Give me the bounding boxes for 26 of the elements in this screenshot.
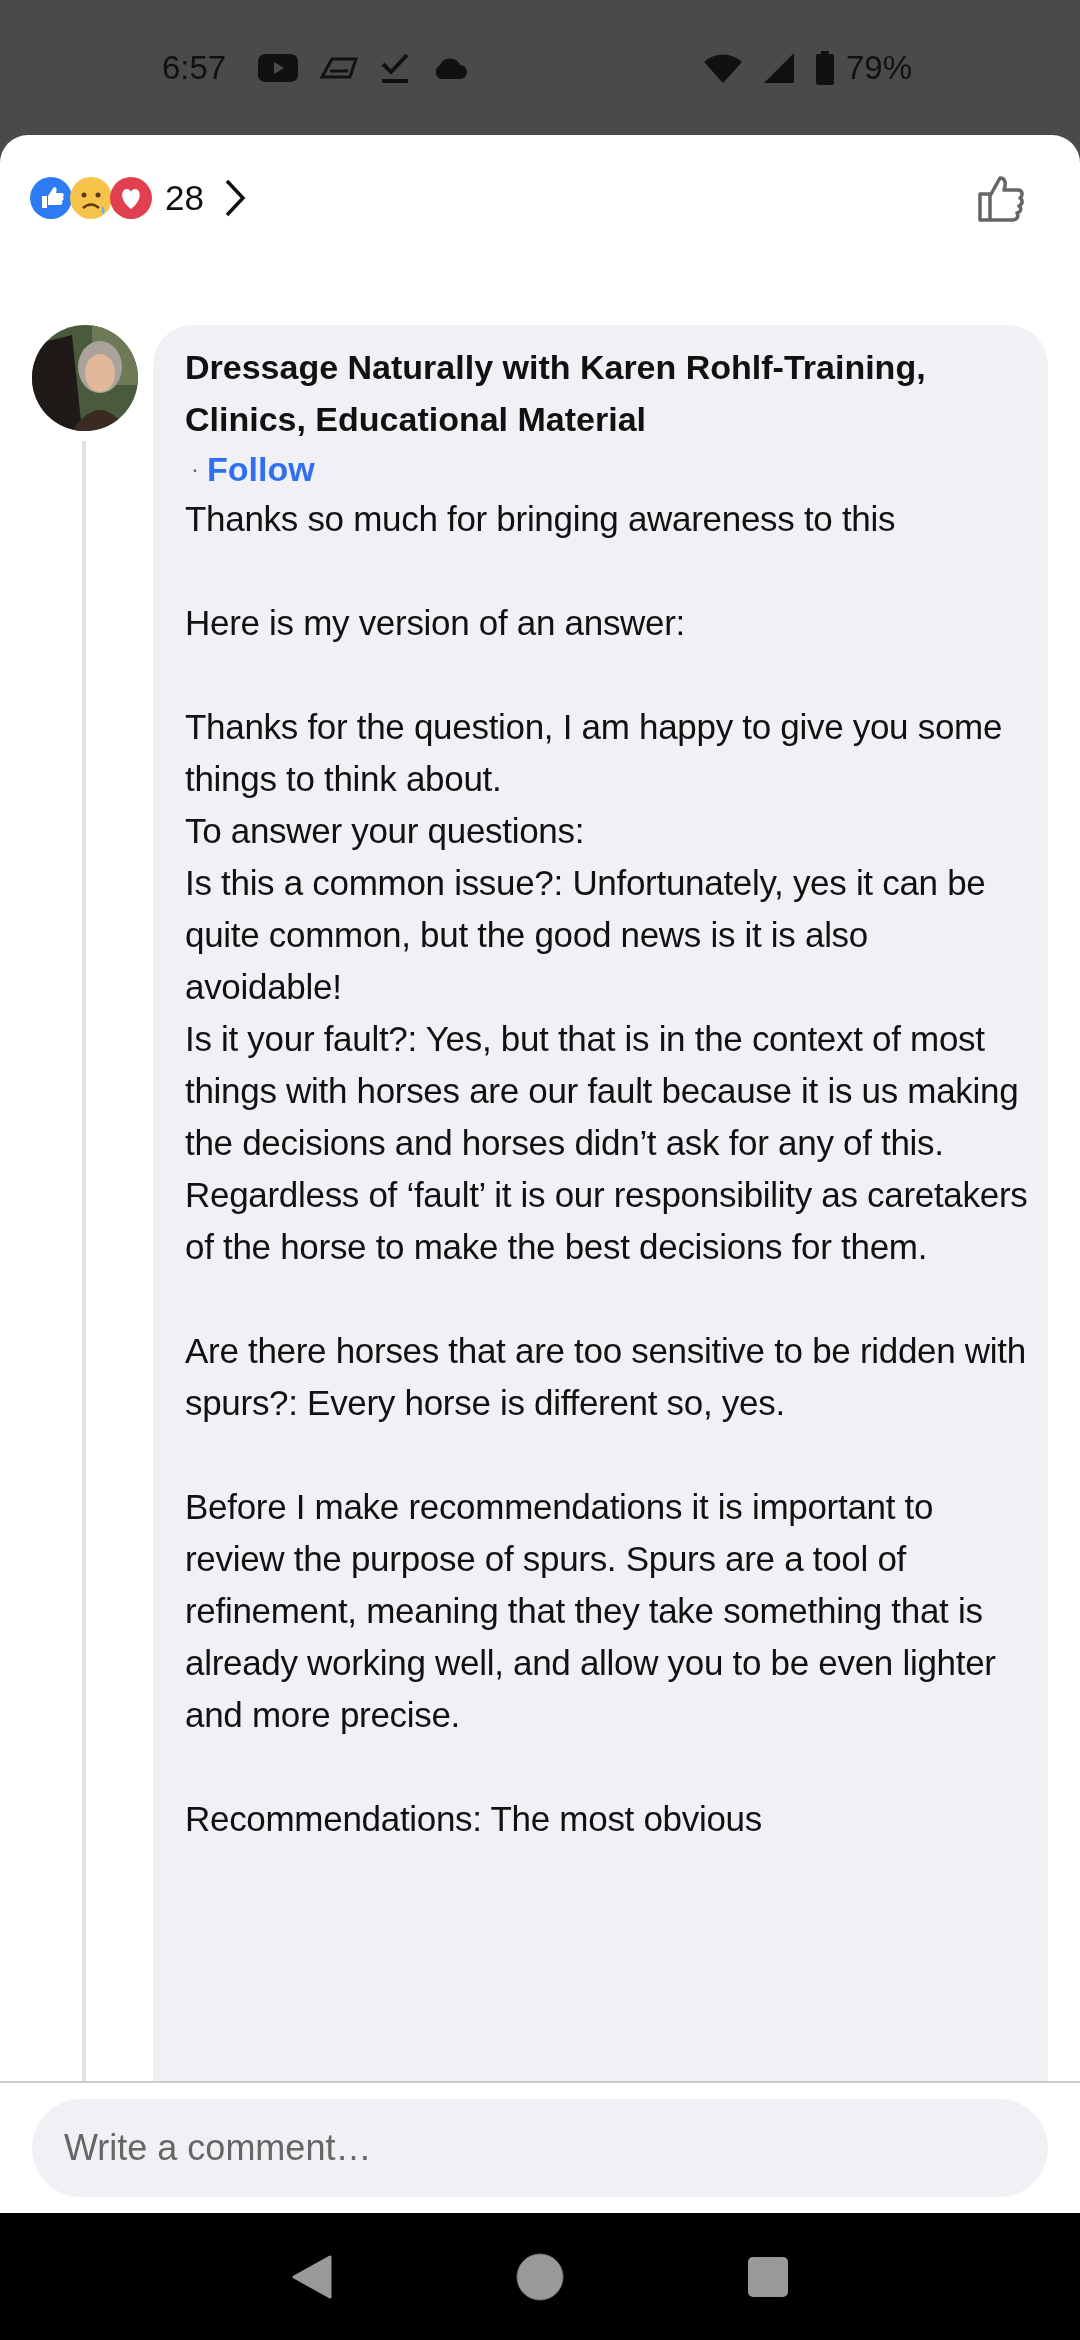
follow-link[interactable]: Follow — [207, 449, 315, 489]
comment-text: Before I make recommendations it is important to review the purpose of spurs. Spurs are a tool of refinement, meaning that they take something that is already working well, and allow you to be even lighter and more precise. — [185, 1486, 997, 1736]
comment-text: Recommendations: The most obvious — [185, 1798, 763, 1840]
status-time: 6:57 — [162, 48, 227, 87]
separator-dot: · — [191, 455, 199, 483]
comment-text: Are there horses that are too sensitive to be ridden with spurs?: Every horse is different so, yes. — [185, 1330, 1027, 1424]
back-icon[interactable] — [292, 2254, 332, 2299]
recents-icon[interactable] — [748, 2256, 788, 2297]
wifi-icon — [703, 52, 742, 83]
comment-input-field[interactable]: Write a comment… — [32, 2099, 1048, 2197]
checkmark-icon — [380, 51, 411, 84]
chevron-right-icon[interactable] — [223, 178, 246, 218]
comment-text: Thanks for the question, I am happy to give you some things to think about. — [185, 706, 1004, 800]
comment-text: To answer your questions: — [185, 810, 586, 852]
video-app-icon — [258, 53, 299, 82]
reaction-count[interactable]: 28 — [165, 178, 204, 218]
author-name[interactable]: Dressage Naturally with Karen Rohlf-Training, Clinics, Educational Material — [185, 341, 1028, 445]
app-logo-icon — [320, 56, 359, 79]
comment-text: Thanks so much for bringing awareness to this — [185, 498, 897, 540]
comment-text: Is it your fault?: Yes, but that is in the context of most things with horses are our fault because it is us making the decisions and horses didn’t ask for any of this. Regardless of ‘fault’ it is our responsibility as caretakers of the horse to make the best decisions for them. — [185, 1018, 1028, 1268]
comment-text: Here is my version of an answer: — [185, 602, 687, 644]
battery-percent: 79% — [845, 48, 912, 87]
home-icon[interactable] — [516, 2252, 564, 2301]
comment-text: Is this a common issue?: Unfortunately, yes it can be quite common, but the good news is it is also avoidable! — [185, 862, 987, 1008]
battery-icon — [815, 50, 834, 85]
signal-icon — [763, 52, 794, 83]
